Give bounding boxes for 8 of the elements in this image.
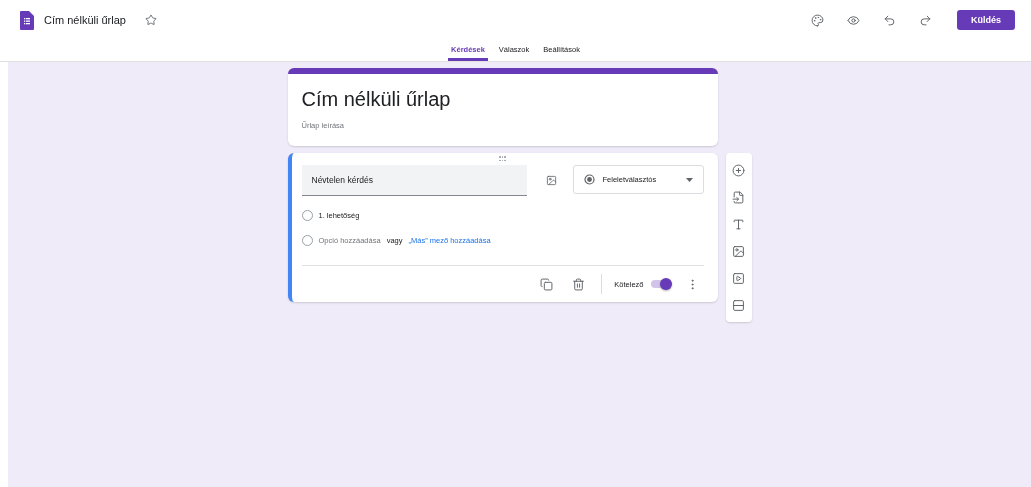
question-field[interactable]: Névtelen kérdés [301, 165, 527, 196]
form-title: Cím nélküli űrlap [301, 88, 452, 111]
required-toggle[interactable] [649, 278, 672, 290]
radio-button-icon [583, 174, 595, 185]
caret-icon [685, 177, 693, 182]
send-button[interactable]: Küldés [957, 10, 1015, 30]
form-name: Cím nélküli űrlap [44, 14, 126, 26]
forms-logo-icon [20, 10, 34, 30]
